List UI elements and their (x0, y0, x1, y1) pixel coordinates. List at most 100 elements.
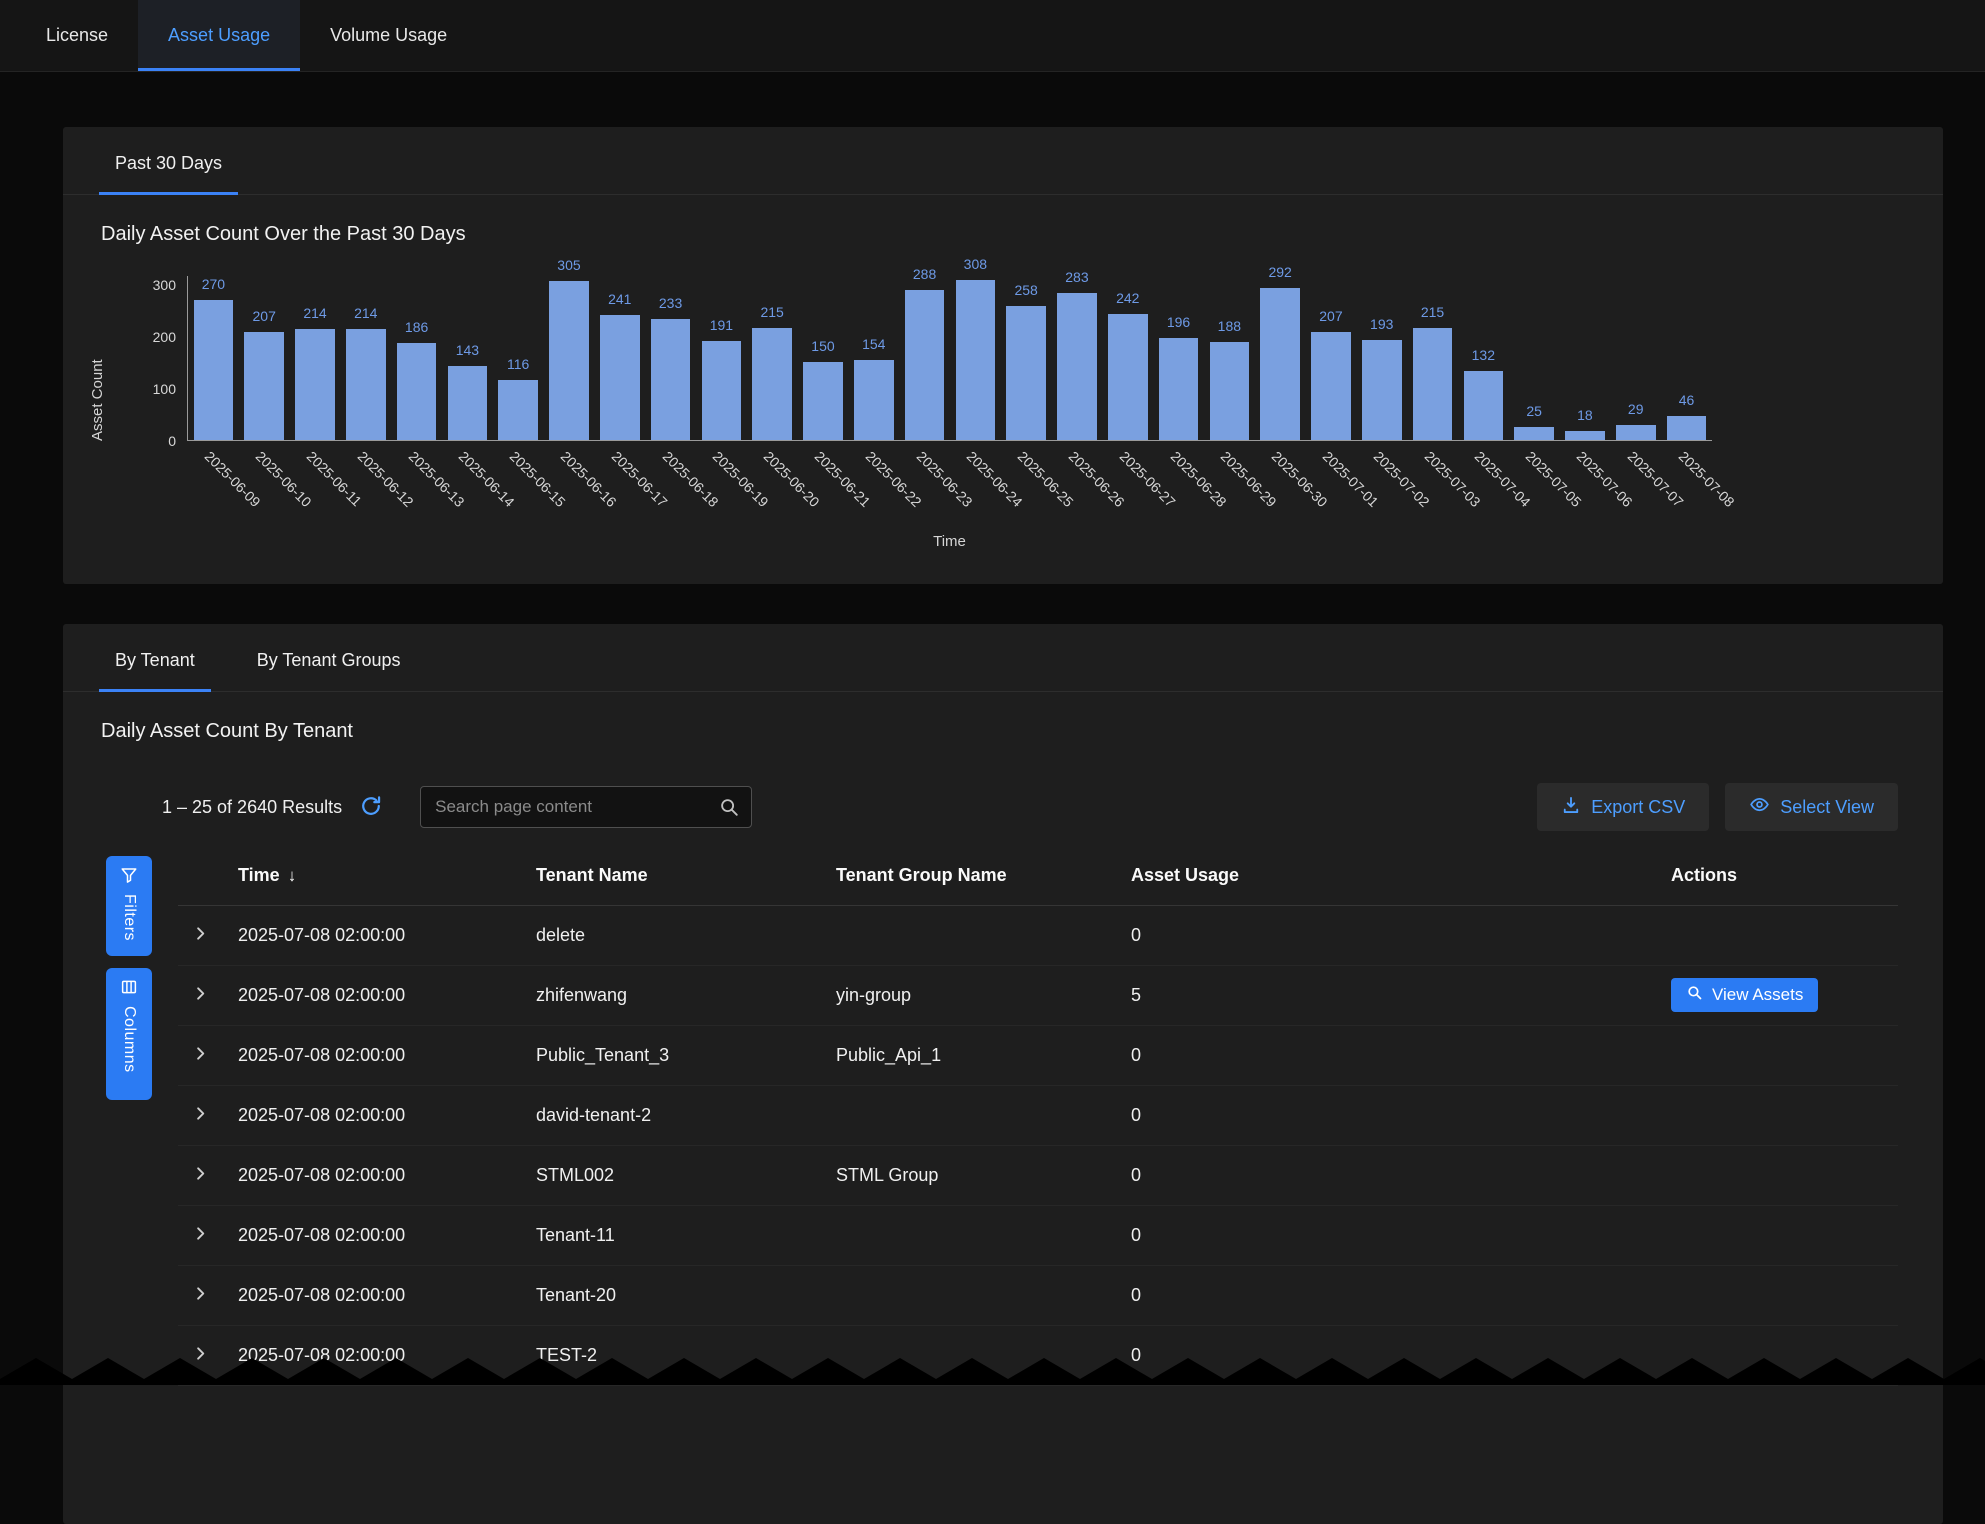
tenant-group-cell (836, 1265, 1131, 1325)
bar (651, 319, 691, 440)
chart-panel-tabs: Past 30 Days (63, 127, 1943, 195)
bar-value-label: 305 (528, 257, 609, 273)
expand-row-button[interactable] (182, 1157, 218, 1193)
chevron-right-icon (191, 984, 210, 1006)
bar-group: 1502025-06-21 (798, 276, 849, 440)
table-header-row: Time↓Tenant NameTenant Group NameAsset U… (178, 847, 1898, 905)
time-cell: 2025-07-08 02:00:00 (238, 1145, 536, 1205)
column-header-actions[interactable]: Actions (1653, 847, 1898, 905)
search-box (420, 786, 752, 828)
bar (1667, 416, 1707, 440)
bar (448, 366, 488, 440)
actions-cell (1653, 1205, 1898, 1265)
results-count: 1 – 25 of 2640 Results (162, 797, 342, 818)
tab-by-tenant-groups[interactable]: By Tenant Groups (241, 624, 417, 691)
table-toolbar: 1 – 25 of 2640 Results (162, 783, 1898, 831)
expand-row-button[interactable] (182, 1277, 218, 1313)
refresh-icon (360, 795, 382, 820)
tenant-name-cell: zhifenwang (536, 965, 836, 1025)
bar (244, 332, 284, 440)
chart-panel: Past 30 Days Daily Asset Count Over the … (63, 127, 1943, 584)
tenant-group-cell (836, 1205, 1131, 1265)
tenant-name-cell: david-tenant-2 (536, 1085, 836, 1145)
bar-group: 1932025-07-02 (1356, 276, 1407, 440)
bar (1006, 306, 1046, 440)
search-input[interactable] (420, 786, 752, 828)
time-cell: 2025-07-08 02:00:00 (238, 965, 536, 1025)
expand-row-button[interactable] (182, 917, 218, 953)
bar-value-label: 46 (1646, 392, 1727, 408)
export-csv-label: Export CSV (1591, 797, 1685, 818)
bar (1616, 425, 1656, 440)
tenant-group-cell: Public_Api_1 (836, 1025, 1131, 1085)
bar (346, 329, 386, 440)
refresh-button[interactable] (358, 793, 384, 822)
tenant-group-cell (836, 1085, 1131, 1145)
table-title: Daily Asset Count By Tenant (101, 720, 1905, 743)
top-tab-volume-usage[interactable]: Volume Usage (300, 0, 477, 71)
y-tick-label: 100 (153, 381, 176, 397)
bar (702, 341, 742, 440)
column-header-tenant-name[interactable]: Tenant Name (536, 847, 836, 905)
bar-group: 2882025-06-23 (899, 276, 950, 440)
column-header-asset-usage[interactable]: Asset Usage (1131, 847, 1653, 905)
bar (397, 343, 437, 440)
bar-group: 2072025-06-10 (239, 276, 290, 440)
table-panel-tabs: By Tenant By Tenant Groups (63, 624, 1943, 692)
actions-cell: View Assets (1653, 965, 1898, 1025)
bar (295, 329, 335, 440)
bar (956, 280, 996, 440)
top-tab-asset-usage[interactable]: Asset Usage (138, 0, 300, 71)
asset-usage-cell: 5 (1131, 965, 1653, 1025)
bar-group: 2922025-06-30 (1255, 276, 1306, 440)
tenant-group-cell: yin-group (836, 965, 1131, 1025)
time-cell: 2025-07-08 02:00:00 (238, 1025, 536, 1085)
actions-cell (1653, 1265, 1898, 1325)
top-tab-bar: LicenseAsset UsageVolume Usage (0, 0, 1985, 72)
bar-group: 1162025-06-15 (493, 276, 544, 440)
table-row: 2025-07-08 02:00:00delete0 (178, 905, 1898, 965)
torn-edge (0, 1358, 1985, 1385)
filters-button[interactable]: Filters (106, 856, 152, 956)
asset-usage-cell: 0 (1131, 905, 1653, 965)
tab-past-30-days[interactable]: Past 30 Days (99, 127, 238, 194)
chart-title: Daily Asset Count Over the Past 30 Days (101, 223, 1905, 246)
select-view-button[interactable]: Select View (1725, 783, 1898, 831)
select-view-label: Select View (1780, 797, 1874, 818)
columns-button[interactable]: Columns (106, 968, 152, 1100)
expand-row-button[interactable] (182, 1037, 218, 1073)
bar (1159, 338, 1199, 440)
expand-row-button[interactable] (182, 1217, 218, 1253)
view-assets-button[interactable]: View Assets (1671, 978, 1818, 1012)
top-tab-license[interactable]: License (16, 0, 138, 71)
bar (600, 315, 640, 440)
bar (1311, 332, 1351, 440)
asset-usage-cell: 0 (1131, 1145, 1653, 1205)
bar (1057, 293, 1097, 440)
bar-group: 2422025-06-27 (1102, 276, 1153, 440)
bar (1413, 328, 1453, 440)
export-csv-button[interactable]: Export CSV (1537, 783, 1709, 831)
chevron-right-icon (191, 1224, 210, 1246)
tenant-name-cell: Tenant-11 (536, 1205, 836, 1265)
time-cell: 2025-07-08 02:00:00 (238, 1205, 536, 1265)
view-assets-label: View Assets (1712, 985, 1803, 1005)
expand-row-button[interactable] (182, 1097, 218, 1133)
bar-group: 3082025-06-24 (950, 276, 1001, 440)
tenant-name-cell: Public_Tenant_3 (536, 1025, 836, 1085)
tenant-name-cell: STML002 (536, 1145, 836, 1205)
column-header-time[interactable]: Time↓ (238, 847, 536, 905)
y-axis-title: Asset Count (89, 276, 106, 441)
bar (1362, 340, 1402, 440)
bar (1514, 427, 1554, 440)
expand-column-header (178, 847, 238, 905)
table-row: 2025-07-08 02:00:00zhifenwangyin-group5 V… (178, 965, 1898, 1025)
expand-row-button[interactable] (182, 977, 218, 1013)
column-header-tenant-group-name[interactable]: Tenant Group Name (836, 847, 1131, 905)
bar-group: 1912025-06-19 (696, 276, 747, 440)
table-body: 2025-07-08 02:00:00delete02025-07-08 02:… (178, 905, 1898, 1385)
tenant-group-cell: STML Group (836, 1145, 1131, 1205)
tab-by-tenant[interactable]: By Tenant (99, 624, 211, 691)
asset-usage-cell: 0 (1131, 1205, 1653, 1265)
actions-cell (1653, 1085, 1898, 1145)
